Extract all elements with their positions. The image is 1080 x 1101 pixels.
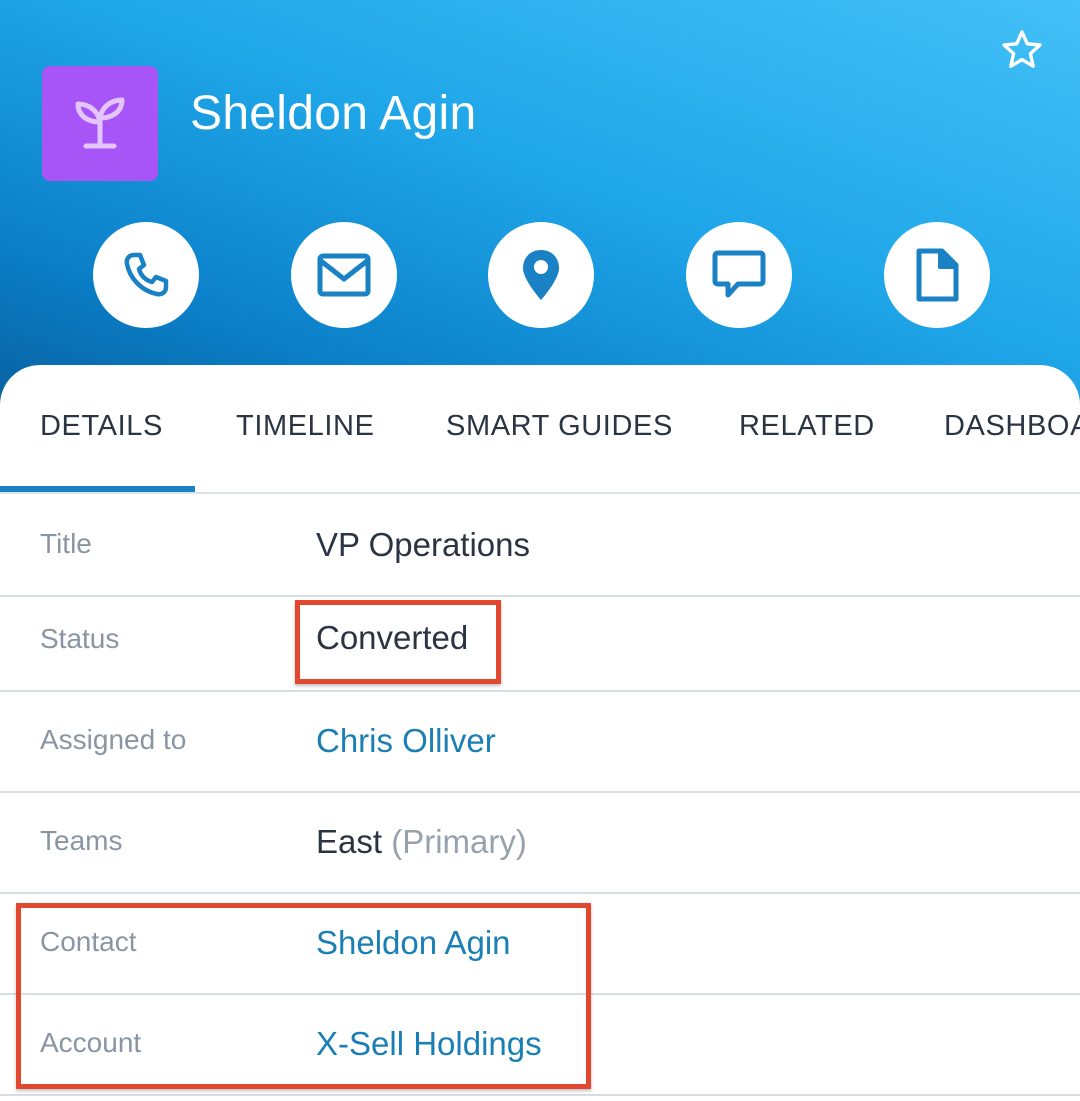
tab-details[interactable]: DETAILS — [40, 410, 163, 443]
email-icon — [317, 253, 371, 297]
contact-link[interactable]: Sheldon Agin — [316, 924, 511, 962]
assigned-user-link[interactable]: Chris Olliver — [316, 722, 496, 760]
team-name: East — [316, 823, 383, 860]
tab-smart-guides[interactable]: SMART GUIDES — [446, 410, 673, 443]
field-label: Title — [40, 528, 92, 559]
location-button[interactable] — [488, 222, 594, 328]
field-label: Status — [40, 623, 120, 654]
field-row-title: Title VP Operations — [0, 494, 1080, 597]
record-header: Sheldon Agin — [0, 0, 1080, 420]
message-icon — [712, 250, 766, 298]
details-card: DETAILS TIMELINE SMART GUIDES RELATED DA… — [0, 365, 1080, 1101]
record-avatar — [42, 66, 158, 181]
field-label: Assigned to — [40, 724, 187, 755]
message-button[interactable] — [686, 222, 792, 328]
tab-timeline[interactable]: TIMELINE — [236, 410, 375, 443]
tab-dashboard[interactable]: DASHBOARD — [944, 410, 1080, 443]
field-row-assigned: Assigned to Chris Olliver — [0, 692, 1080, 793]
active-tab-indicator — [0, 486, 195, 492]
favorite-star-icon[interactable] — [998, 26, 1046, 74]
tab-bar: DETAILS TIMELINE SMART GUIDES RELATED DA… — [0, 365, 1080, 494]
team-primary-note: (Primary) — [391, 823, 527, 860]
field-value: VP Operations — [316, 526, 531, 563]
status-value: Converted — [316, 619, 469, 656]
email-button[interactable] — [291, 222, 397, 328]
field-row-contact: Contact Sheldon Agin — [0, 894, 1080, 995]
teams-value: East (Primary) — [316, 823, 527, 861]
account-link[interactable]: X-Sell Holdings — [316, 1025, 542, 1063]
document-icon — [916, 248, 959, 302]
field-row-account: Account X-Sell Holdings — [0, 995, 1080, 1096]
tab-related[interactable]: RELATED — [739, 410, 875, 443]
field-label: Teams — [40, 825, 123, 856]
record-name: Sheldon Agin — [190, 87, 477, 140]
sprout-icon — [75, 97, 125, 148]
field-label: Contact — [40, 926, 137, 957]
field-label: Account — [40, 1027, 142, 1058]
document-button[interactable] — [884, 222, 990, 328]
field-row-status: Status Converted — [0, 597, 1080, 692]
map-pin-icon — [523, 250, 559, 300]
call-button[interactable] — [93, 222, 199, 328]
phone-icon — [124, 252, 169, 297]
field-row-teams: Teams East (Primary) — [0, 793, 1080, 894]
